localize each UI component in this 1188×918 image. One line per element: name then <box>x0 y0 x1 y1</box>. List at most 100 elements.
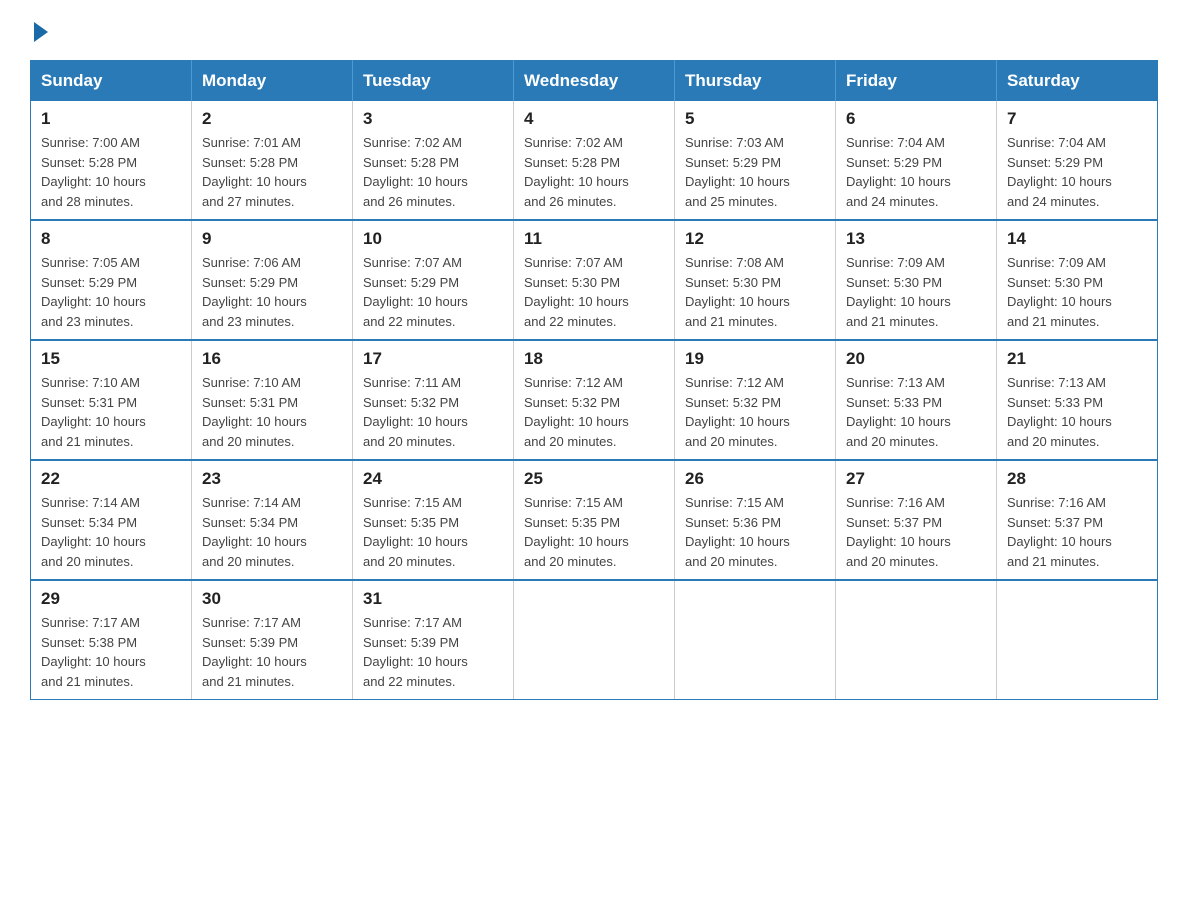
calendar-cell: 12 Sunrise: 7:08 AMSunset: 5:30 PMDayligh… <box>675 220 836 340</box>
calendar-cell: 5 Sunrise: 7:03 AMSunset: 5:29 PMDaylight… <box>675 101 836 220</box>
day-info: Sunrise: 7:17 AMSunset: 5:39 PMDaylight:… <box>363 613 503 691</box>
day-info: Sunrise: 7:09 AMSunset: 5:30 PMDaylight:… <box>1007 253 1147 331</box>
calendar-cell: 11Sunrise: 7:07 AMSunset: 5:30 PMDayligh… <box>514 220 675 340</box>
page-header <box>30 20 1158 40</box>
day-number: 20 <box>846 349 986 369</box>
calendar-cell: 24Sunrise: 7:15 AMSunset: 5:35 PMDayligh… <box>353 460 514 580</box>
calendar-cell: 8Sunrise: 7:05 AMSunset: 5:29 PMDaylight… <box>31 220 192 340</box>
calendar-cell: 25 Sunrise: 7:15 AMSunset: 5:35 PMDayligh… <box>514 460 675 580</box>
day-info: Sunrise: 7:07 AMSunset: 5:29 PMDaylight:… <box>363 253 503 331</box>
header-saturday: Saturday <box>997 61 1158 102</box>
header-monday: Monday <box>192 61 353 102</box>
calendar-cell: 16Sunrise: 7:10 AMSunset: 5:31 PMDayligh… <box>192 340 353 460</box>
day-info: Sunrise: 7:16 AMSunset: 5:37 PMDaylight:… <box>1007 493 1147 571</box>
day-info: Sunrise: 7:12 AMSunset: 5:32 PMDaylight:… <box>685 373 825 451</box>
day-number: 17 <box>363 349 503 369</box>
day-info: Sunrise: 7:10 AMSunset: 5:31 PMDaylight:… <box>202 373 342 451</box>
calendar-cell: 20 Sunrise: 7:13 AMSunset: 5:33 PMDayligh… <box>836 340 997 460</box>
day-info: Sunrise: 7:02 AMSunset: 5:28 PMDaylight:… <box>524 133 664 211</box>
day-number: 24 <box>363 469 503 489</box>
calendar-week-row: 29 Sunrise: 7:17 AMSunset: 5:38 PMDayligh… <box>31 580 1158 700</box>
calendar-week-row: 8Sunrise: 7:05 AMSunset: 5:29 PMDaylight… <box>31 220 1158 340</box>
day-number: 9 <box>202 229 342 249</box>
calendar-cell: 10 Sunrise: 7:07 AMSunset: 5:29 PMDayligh… <box>353 220 514 340</box>
day-number: 30 <box>202 589 342 609</box>
day-info: Sunrise: 7:13 AMSunset: 5:33 PMDaylight:… <box>846 373 986 451</box>
day-number: 12 <box>685 229 825 249</box>
header-wednesday: Wednesday <box>514 61 675 102</box>
day-info: Sunrise: 7:08 AMSunset: 5:30 PMDaylight:… <box>685 253 825 331</box>
day-number: 18 <box>524 349 664 369</box>
day-number: 8 <box>41 229 181 249</box>
day-number: 27 <box>846 469 986 489</box>
day-number: 13 <box>846 229 986 249</box>
calendar-cell: 9 Sunrise: 7:06 AMSunset: 5:29 PMDaylight… <box>192 220 353 340</box>
day-number: 23 <box>202 469 342 489</box>
calendar-cell: 7 Sunrise: 7:04 AMSunset: 5:29 PMDaylight… <box>997 101 1158 220</box>
logo <box>30 20 48 40</box>
calendar-cell: 2 Sunrise: 7:01 AMSunset: 5:28 PMDaylight… <box>192 101 353 220</box>
calendar-cell: 15 Sunrise: 7:10 AMSunset: 5:31 PMDayligh… <box>31 340 192 460</box>
calendar-cell: 21 Sunrise: 7:13 AMSunset: 5:33 PMDayligh… <box>997 340 1158 460</box>
day-info: Sunrise: 7:06 AMSunset: 5:29 PMDaylight:… <box>202 253 342 331</box>
day-info: Sunrise: 7:14 AMSunset: 5:34 PMDaylight:… <box>202 493 342 571</box>
header-sunday: Sunday <box>31 61 192 102</box>
calendar-cell: 31 Sunrise: 7:17 AMSunset: 5:39 PMDayligh… <box>353 580 514 700</box>
calendar-cell: 26 Sunrise: 7:15 AMSunset: 5:36 PMDayligh… <box>675 460 836 580</box>
day-number: 11 <box>524 229 664 249</box>
calendar-cell: 17 Sunrise: 7:11 AMSunset: 5:32 PMDayligh… <box>353 340 514 460</box>
calendar-cell: 18Sunrise: 7:12 AMSunset: 5:32 PMDayligh… <box>514 340 675 460</box>
day-info: Sunrise: 7:16 AMSunset: 5:37 PMDaylight:… <box>846 493 986 571</box>
calendar-cell: 22 Sunrise: 7:14 AMSunset: 5:34 PMDayligh… <box>31 460 192 580</box>
day-info: Sunrise: 7:13 AMSunset: 5:33 PMDaylight:… <box>1007 373 1147 451</box>
calendar-cell: 6 Sunrise: 7:04 AMSunset: 5:29 PMDaylight… <box>836 101 997 220</box>
day-number: 22 <box>41 469 181 489</box>
calendar-cell: 14Sunrise: 7:09 AMSunset: 5:30 PMDayligh… <box>997 220 1158 340</box>
day-info: Sunrise: 7:04 AMSunset: 5:29 PMDaylight:… <box>1007 133 1147 211</box>
calendar-week-row: 1 Sunrise: 7:00 AMSunset: 5:28 PMDaylight… <box>31 101 1158 220</box>
calendar-cell: 30 Sunrise: 7:17 AMSunset: 5:39 PMDayligh… <box>192 580 353 700</box>
day-number: 3 <box>363 109 503 129</box>
logo-arrow-icon <box>34 22 48 42</box>
day-info: Sunrise: 7:17 AMSunset: 5:39 PMDaylight:… <box>202 613 342 691</box>
day-info: Sunrise: 7:15 AMSunset: 5:36 PMDaylight:… <box>685 493 825 571</box>
day-number: 2 <box>202 109 342 129</box>
day-info: Sunrise: 7:02 AMSunset: 5:28 PMDaylight:… <box>363 133 503 211</box>
day-info: Sunrise: 7:17 AMSunset: 5:38 PMDaylight:… <box>41 613 181 691</box>
day-info: Sunrise: 7:03 AMSunset: 5:29 PMDaylight:… <box>685 133 825 211</box>
calendar-cell <box>675 580 836 700</box>
calendar-header-row: SundayMondayTuesdayWednesdayThursdayFrid… <box>31 61 1158 102</box>
day-number: 19 <box>685 349 825 369</box>
day-number: 26 <box>685 469 825 489</box>
day-number: 21 <box>1007 349 1147 369</box>
day-info: Sunrise: 7:14 AMSunset: 5:34 PMDaylight:… <box>41 493 181 571</box>
day-number: 15 <box>41 349 181 369</box>
header-tuesday: Tuesday <box>353 61 514 102</box>
calendar-week-row: 22 Sunrise: 7:14 AMSunset: 5:34 PMDayligh… <box>31 460 1158 580</box>
day-info: Sunrise: 7:11 AMSunset: 5:32 PMDaylight:… <box>363 373 503 451</box>
day-number: 31 <box>363 589 503 609</box>
day-info: Sunrise: 7:04 AMSunset: 5:29 PMDaylight:… <box>846 133 986 211</box>
calendar-cell: 4 Sunrise: 7:02 AMSunset: 5:28 PMDaylight… <box>514 101 675 220</box>
day-number: 25 <box>524 469 664 489</box>
calendar-cell: 28Sunrise: 7:16 AMSunset: 5:37 PMDayligh… <box>997 460 1158 580</box>
day-number: 6 <box>846 109 986 129</box>
calendar-cell: 13 Sunrise: 7:09 AMSunset: 5:30 PMDayligh… <box>836 220 997 340</box>
day-info: Sunrise: 7:09 AMSunset: 5:30 PMDaylight:… <box>846 253 986 331</box>
calendar-cell <box>997 580 1158 700</box>
day-number: 1 <box>41 109 181 129</box>
day-info: Sunrise: 7:00 AMSunset: 5:28 PMDaylight:… <box>41 133 181 211</box>
calendar-cell: 23 Sunrise: 7:14 AMSunset: 5:34 PMDayligh… <box>192 460 353 580</box>
day-info: Sunrise: 7:15 AMSunset: 5:35 PMDaylight:… <box>524 493 664 571</box>
day-number: 29 <box>41 589 181 609</box>
day-info: Sunrise: 7:10 AMSunset: 5:31 PMDaylight:… <box>41 373 181 451</box>
day-number: 7 <box>1007 109 1147 129</box>
day-info: Sunrise: 7:01 AMSunset: 5:28 PMDaylight:… <box>202 133 342 211</box>
header-thursday: Thursday <box>675 61 836 102</box>
day-number: 5 <box>685 109 825 129</box>
day-number: 4 <box>524 109 664 129</box>
day-number: 10 <box>363 229 503 249</box>
calendar-cell: 29 Sunrise: 7:17 AMSunset: 5:38 PMDayligh… <box>31 580 192 700</box>
header-friday: Friday <box>836 61 997 102</box>
calendar-cell: 27 Sunrise: 7:16 AMSunset: 5:37 PMDayligh… <box>836 460 997 580</box>
